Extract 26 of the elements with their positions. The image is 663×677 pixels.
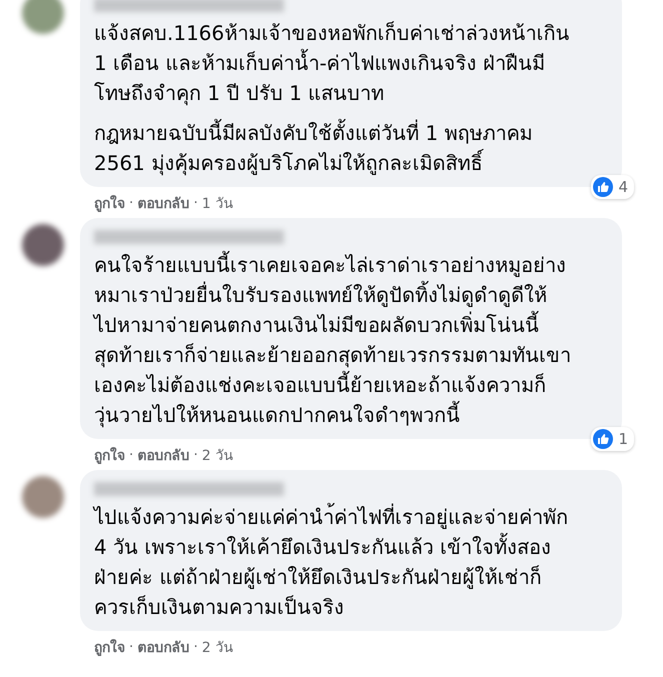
like-link[interactable]: ถูกใจ [94, 444, 125, 466]
reaction-count[interactable]: 4 [591, 175, 634, 199]
avatar[interactable] [22, 476, 64, 518]
comment-text: คนใจร้ายแบบนี้เราเคยเจอคะไล่เราด่าเราอย่างหมูอย่าง หมาเราป่วยยื่นใบรับรองแพทย์ให้ดูปัดทิ้งไม่ดูดำดูดีให้ ไปหามาจ่ายคนตกงานเงินไม่มีขอผลัดบวกเพิ่มโน่นนี้ สุดท้ายเราก็จ่ายและย้ายออกสุดท้ายเวรกรรมตามทันเขา เองคะไม่ต้องแช่งคะเจอแบบนี้ย้ายเหอะถ้าแจ้งความก็ วุ่นวายไปให้หนอนแดกปากคนใจดำๆพวกนี้ [94, 250, 608, 430]
comment-time[interactable]: 2 วัน [202, 636, 234, 658]
separator-dot: · [193, 639, 198, 655]
separator-dot: · [193, 447, 198, 463]
reply-link[interactable]: ตอบกลับ [137, 192, 190, 214]
avatar[interactable] [22, 0, 64, 34]
like-link[interactable]: ถูกใจ [94, 636, 125, 658]
separator-dot: · [129, 639, 134, 655]
reply-link[interactable]: ตอบกลับ [137, 636, 190, 658]
thumbs-up-icon [593, 429, 614, 449]
comment-text: แจ้งสคบ.1166ห้ามเจ้าของหอพักเก็บค่าเช่าล่วงหน้าเกิน 1 เดือน และห้ามเก็บค่าน้ำ-ค่าไฟแพงเกินจริง ฝ่าฝืนมี โทษถึงจำคุก 1 ปี ปรับ 1 แสนบาท [94, 20, 570, 108]
comment-time[interactable]: 1 วัน [202, 192, 234, 214]
separator-dot: · [193, 195, 198, 211]
comment-text: ไปแจ้งความค่ะจ่ายแค่ค่านำ้ค่าไฟที่เราอยู่และจ่ายค่าพัก 4 วัน เพราะเราให้เค้ายึดเงินประกันแล้ว เข้าใจทั้งสอง ฝ่ายค่ะ แต่ถ้าฝ่ายผู้เช่าให้ยึดเงินประกันฝ่ายผู้ให้เช่าก็ ควรเก็บเงินตามความเป็นจริง [94, 502, 608, 622]
reaction-count[interactable]: 1 [591, 427, 634, 451]
separator-dot: · [129, 447, 134, 463]
avatar[interactable] [22, 224, 64, 266]
like-link[interactable]: ถูกใจ [94, 192, 125, 214]
comment-text: กฎหมายฉบับนี้มีผลบังคับใช้ตั้งแต่วันที่ 1 พฤษภาคม 2561 มุ่งคุ้มครองผู้บริโภคไม่ให้ถูกละเมิดสิทธิ์ [94, 118, 608, 178]
reply-link[interactable]: ตอบกลับ [137, 444, 190, 466]
comment-time[interactable]: 2 วัน [202, 444, 234, 466]
separator-dot: · [129, 195, 134, 211]
thumbs-up-icon [593, 177, 614, 197]
